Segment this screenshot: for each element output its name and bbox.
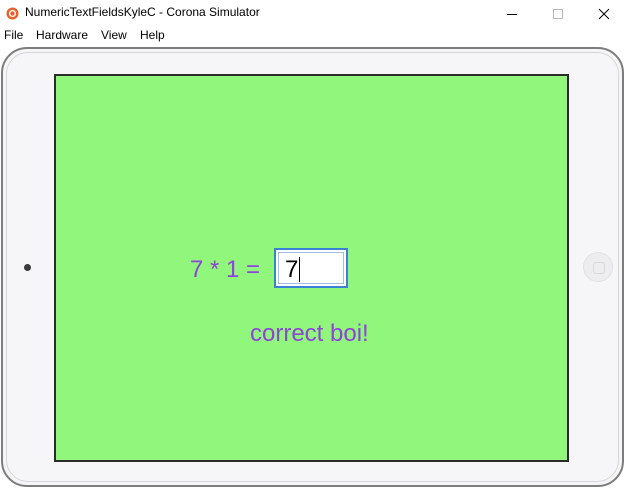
title-bar[interactable]: NumericTextFieldsKyleC - Corona Simulato… xyxy=(0,0,627,27)
text-caret xyxy=(299,257,300,282)
minimize-button[interactable] xyxy=(489,0,535,27)
corona-icon xyxy=(6,7,19,20)
close-icon xyxy=(598,8,610,19)
menu-hardware[interactable]: Hardware xyxy=(36,28,88,42)
maximize-icon xyxy=(553,8,563,19)
app-screen: 7 * 1 = 7 correct boi! xyxy=(54,74,569,462)
window-title: NumericTextFieldsKyleC - Corona Simulato… xyxy=(25,5,260,19)
camera-icon xyxy=(24,264,31,271)
equation-label: 7 * 1 = xyxy=(190,256,261,283)
menu-file[interactable]: File xyxy=(4,28,23,42)
home-button[interactable] xyxy=(583,252,613,282)
minimize-icon xyxy=(507,13,517,15)
answer-input[interactable]: 7 xyxy=(274,248,348,288)
home-icon xyxy=(593,262,605,274)
answer-value: 7 xyxy=(285,256,299,283)
simulator-window: NumericTextFieldsKyleC - Corona Simulato… xyxy=(0,0,627,490)
menu-help[interactable]: Help xyxy=(140,28,165,42)
feedback-message: correct boi! xyxy=(250,320,369,347)
maximize-button[interactable] xyxy=(535,0,581,27)
menu-view[interactable]: View xyxy=(101,28,127,42)
close-button[interactable] xyxy=(581,0,627,27)
menu-bar: File Hardware View Help xyxy=(0,27,627,44)
